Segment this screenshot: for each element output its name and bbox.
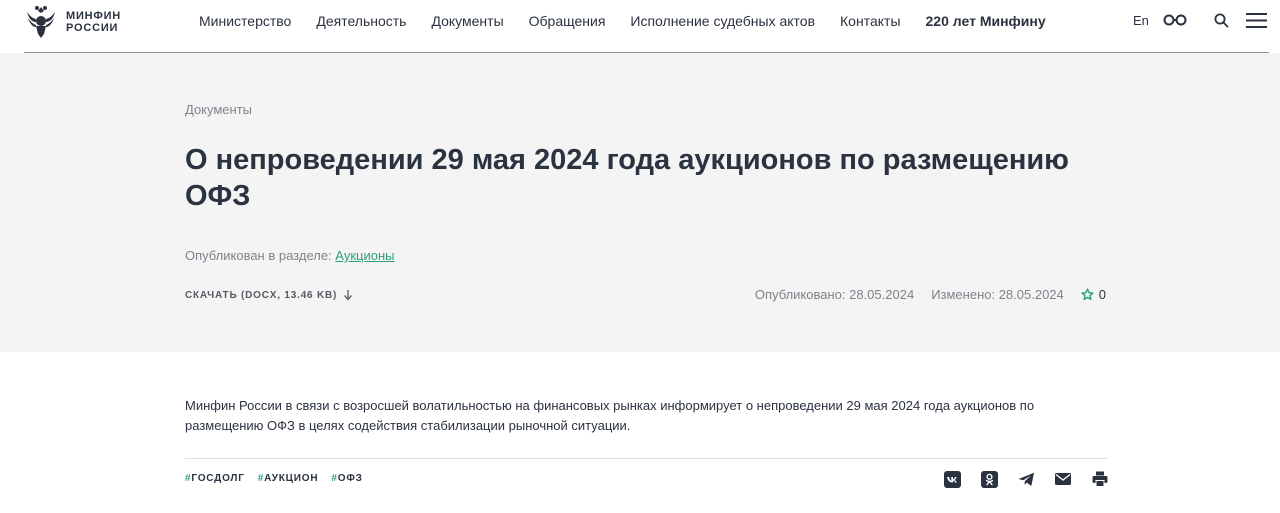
tag-gosdolg[interactable]: #ГОСДОЛГ xyxy=(185,473,245,484)
logo-line-2: РОССИИ xyxy=(66,22,119,34)
tag-label: ГОСДОЛГ xyxy=(191,473,245,484)
main-nav: Министерство Деятельность Документы Обра… xyxy=(199,12,1071,30)
article-text: Минфин России в связи с возросшей волати… xyxy=(185,398,1035,433)
site-header: МИНФИН РОССИИ Министерство Деятельность … xyxy=(0,0,1280,53)
share-bar xyxy=(943,470,1128,488)
tag-ofz[interactable]: #ОФЗ xyxy=(331,473,362,484)
published-section: Опубликован в разделе: Аукционы xyxy=(185,248,394,263)
ok-icon[interactable] xyxy=(980,470,998,488)
coat-of-arms-icon xyxy=(27,6,55,38)
nav-item-ministry[interactable]: Министерство xyxy=(199,12,291,30)
tag-list: #ГОСДОЛГ #АУКЦИОН #ОФЗ xyxy=(185,473,376,484)
breadcrumb[interactable]: Документы xyxy=(185,102,252,117)
document-meta: Опубликовано: 28.05.2024 Изменено: 28.05… xyxy=(738,287,1106,302)
favorites-count: 0 xyxy=(1098,287,1106,302)
nav-item-documents[interactable]: Документы xyxy=(431,12,503,30)
telegram-icon[interactable] xyxy=(1017,470,1035,488)
page-title: О непроведении 29 мая 2024 года аукционо… xyxy=(185,144,1069,212)
arrow-down-icon xyxy=(344,290,353,301)
logo[interactable]: МИНФИН РОССИИ xyxy=(24,4,121,40)
nav-item-contacts[interactable]: Контакты xyxy=(840,12,900,30)
nav-item-appeals[interactable]: Обращения xyxy=(529,12,606,30)
published-date: Опубликовано: 28.05.2024 xyxy=(754,287,915,302)
search-icon[interactable] xyxy=(1214,13,1229,33)
document-header: Документы О непроведении 29 мая 2024 год… xyxy=(0,53,1280,352)
favorite-button[interactable]: 0 xyxy=(1081,287,1106,302)
vk-icon[interactable] xyxy=(943,470,961,488)
download-label: СКАЧАТЬ (DOCX, 13.46 KB) xyxy=(185,289,338,301)
mail-icon[interactable] xyxy=(1054,470,1072,488)
language-switch[interactable]: En xyxy=(1133,13,1149,28)
logo-text: МИНФИН РОССИИ xyxy=(66,10,121,34)
star-icon xyxy=(1081,288,1094,301)
print-icon[interactable] xyxy=(1091,470,1109,488)
tag-label: АУКЦИОН xyxy=(264,473,319,484)
section-prefix: Опубликован в разделе: xyxy=(185,248,332,263)
modified-date: Изменено: 28.05.2024 xyxy=(931,287,1064,302)
accessibility-glasses-icon[interactable] xyxy=(1163,13,1187,32)
section-link[interactable]: Аукционы xyxy=(335,248,394,263)
tag-auction[interactable]: #АУКЦИОН xyxy=(258,473,319,484)
nav-item-court-acts[interactable]: Исполнение судебных актов xyxy=(630,12,815,30)
nav-item-activity[interactable]: Деятельность xyxy=(316,12,406,30)
download-button[interactable]: СКАЧАТЬ (DOCX, 13.46 KB) xyxy=(185,289,353,301)
tag-label: ОФЗ xyxy=(337,473,363,484)
menu-burger-icon[interactable] xyxy=(1246,13,1267,33)
content-divider xyxy=(185,458,1107,459)
logo-line-1: МИНФИН xyxy=(66,10,122,22)
nav-item-anniversary[interactable]: 220 лет Минфину xyxy=(926,12,1046,30)
